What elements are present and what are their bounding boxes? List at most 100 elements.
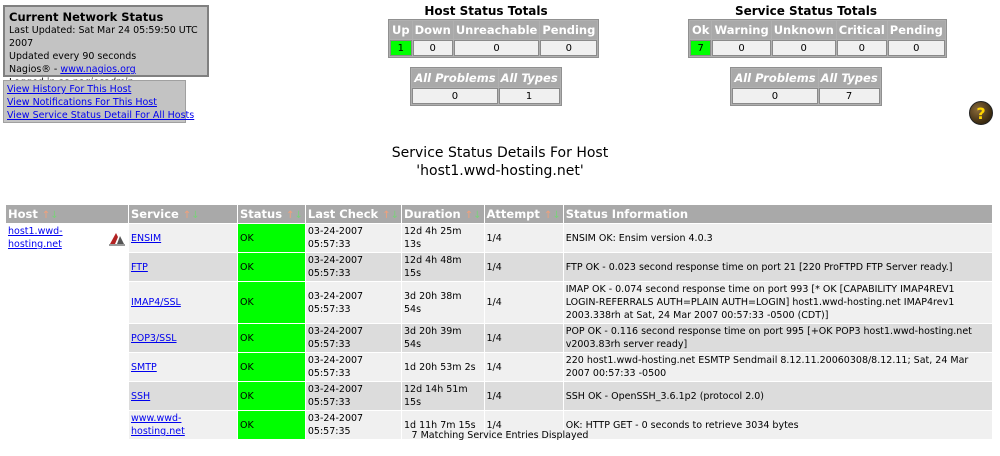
host-all-types-header[interactable]: All Types [498,69,560,87]
service-all-problems-header[interactable]: All Problems [732,69,818,87]
service-totals-header-critical[interactable]: Critical [836,21,887,39]
host-status-totals: Host Status Totals Up Down Unreachable P… [388,4,600,106]
service-all-problems-value: 0 [732,88,818,104]
last-check-cell: 03-24-2007 05:57:33 [305,382,401,410]
host-links-box: View History For This Host View Notifica… [3,80,194,123]
view-service-detail-all-link[interactable]: View Service Status Detail For All Hosts [7,109,194,122]
page-title-host: 'host1.wwd-hosting.net' [416,163,584,179]
sort-down-icon[interactable]: ↓ [391,210,399,221]
host-all-problems-header[interactable]: All Problems [412,69,498,87]
sort-up-icon[interactable]: ↑ [382,210,390,221]
last-check-cell: 03-24-2007 05:57:33 [305,324,401,352]
table-header-row: Host ↑↓ Service ↑↓ Status ↑↓ Last Check … [6,205,992,223]
attempt-cell: 1/4 [484,353,563,381]
sort-down-icon[interactable]: ↓ [552,210,560,221]
nagios-link[interactable]: www.nagios.org [60,64,135,75]
column-header-service: Service ↑↓ [129,205,237,223]
status-cell: OK [238,282,305,323]
attempt-cell: 1/4 [484,382,563,410]
duration-cell: 1d 20h 53m 2s [402,353,484,381]
sort-up-icon[interactable]: ↑ [465,210,473,221]
host-all-problems-value: 0 [412,88,498,104]
column-header-status: Status ↑↓ [238,205,305,223]
update-interval: Updated every 90 seconds [9,51,137,62]
host-totals-header-up[interactable]: Up [390,21,412,39]
status-information-cell: IMAP OK - 0.074 second response time on … [563,282,992,323]
view-notifications-link[interactable]: View Notifications For This Host [7,96,182,109]
table-row: SMTP OK 03-24-2007 05:57:33 1d 20h 53m 2… [6,353,992,381]
sort-down-icon[interactable]: ↓ [50,210,58,221]
status-information-cell: SSH OK - OpenSSH_3.6.1p2 (protocol 2.0) [563,382,992,410]
column-header-last-check: Last Check ↑↓ [305,205,401,223]
host-cell [6,382,128,410]
service-status-totals: Service Status Totals Ok Warning Unknown… [688,4,947,106]
table-row: POP3/SSL OK 03-24-2007 05:57:33 3d 20h 3… [6,324,992,352]
duration-cell: 12d 4h 25m 13s [402,224,484,252]
status-cell: OK [238,324,305,352]
service-link-ssh[interactable]: SSH [131,391,150,402]
service-link-smtp[interactable]: SMTP [131,362,157,373]
service-totals-header-unknown[interactable]: Unknown [771,21,836,39]
host-cell [6,324,128,352]
host-totals-up-value: 1 [390,40,412,56]
help-icon[interactable]: ? [969,101,993,125]
sort-down-icon[interactable]: ↓ [191,210,199,221]
service-link-ensim[interactable]: ENSIM [131,233,161,244]
nagios-credit: Nagios® - www.nagios.org [9,63,203,76]
sort-down-icon[interactable]: ↓ [294,210,302,221]
duration-cell: 3d 20h 38m 54s [402,282,484,323]
column-header-duration: Duration ↑↓ [402,205,484,223]
host-cell [6,353,128,381]
column-header-status-information-label: Status Information [565,207,689,221]
host-totals-pending-value: 0 [540,40,598,56]
view-history-link[interactable]: View History For This Host [7,83,182,96]
attempt-cell: 1/4 [484,253,563,281]
network-status-info-box: Current Network Status Last Updated: Sat… [3,5,209,88]
table-row: host1.wwd-hosting.net ENSIM OK 03-24-200… [6,224,992,252]
last-check-cell: 03-24-2007 05:57:33 [305,224,401,252]
nagios-prefix: Nagios® - [9,64,61,75]
service-link-ftp[interactable]: FTP [131,262,148,273]
host-all-types-value: 1 [498,88,560,104]
status-cell: OK [238,253,305,281]
host-totals-unreachable-value: 0 [453,40,540,56]
status-information-cell: FTP OK - 0.023 second response time on p… [563,253,992,281]
service-totals-warning-value: 0 [712,40,771,56]
column-header-attempt-label: Attempt [486,207,540,221]
service-cell: ENSIM [129,224,237,252]
service-all-types-value: 7 [818,88,880,104]
service-cell: IMAP4/SSL [129,282,237,323]
attempt-cell: 1/4 [484,324,563,352]
host-cell: host1.wwd-hosting.net [6,224,128,252]
service-totals-header-ok[interactable]: Ok [690,21,712,39]
status-information-cell: ENSIM OK: Ensim version 4.0.3 [563,224,992,252]
host-totals-header-pending[interactable]: Pending [540,21,598,39]
host-totals-down-value: 0 [412,40,453,56]
host-totals-header-unreachable[interactable]: Unreachable [453,21,540,39]
page-title: Service Status Details For Host 'host1.w… [0,144,1000,180]
service-totals-header-pending[interactable]: Pending [887,21,945,39]
service-link-pop3-ssl[interactable]: POP3/SSL [131,333,177,344]
status-cell: OK [238,382,305,410]
sort-down-icon[interactable]: ↓ [473,210,481,221]
column-header-service-label: Service [131,207,179,221]
service-status-table: Host ↑↓ Service ↑↓ Status ↑↓ Last Check … [5,204,993,440]
service-all-types-header[interactable]: All Types [818,69,880,87]
column-header-status-label: Status [240,207,283,221]
duration-cell: 3d 20h 39m 54s [402,324,484,352]
status-cell: OK [238,224,305,252]
duration-cell: 12d 4h 48m 15s [402,253,484,281]
service-cell: SMTP [129,353,237,381]
host-link[interactable]: host1.wwd-hosting.net [8,225,108,251]
service-totals-header-warning[interactable]: Warning [712,21,771,39]
sort-up-icon[interactable]: ↑ [183,210,191,221]
service-cell: FTP [129,253,237,281]
service-totals-critical-value: 0 [836,40,887,56]
host-totals-header-down[interactable]: Down [412,21,453,39]
service-cell: SSH [129,382,237,410]
attempt-cell: 1/4 [484,282,563,323]
host-totals-table: Up Down Unreachable Pending 1 0 0 0 [388,19,600,58]
service-totals-table: Ok Warning Unknown Critical Pending 7 0 … [688,19,947,58]
service-link-imap4-ssl[interactable]: IMAP4/SSL [131,297,181,308]
page-title-line1: Service Status Details For Host [391,145,609,161]
